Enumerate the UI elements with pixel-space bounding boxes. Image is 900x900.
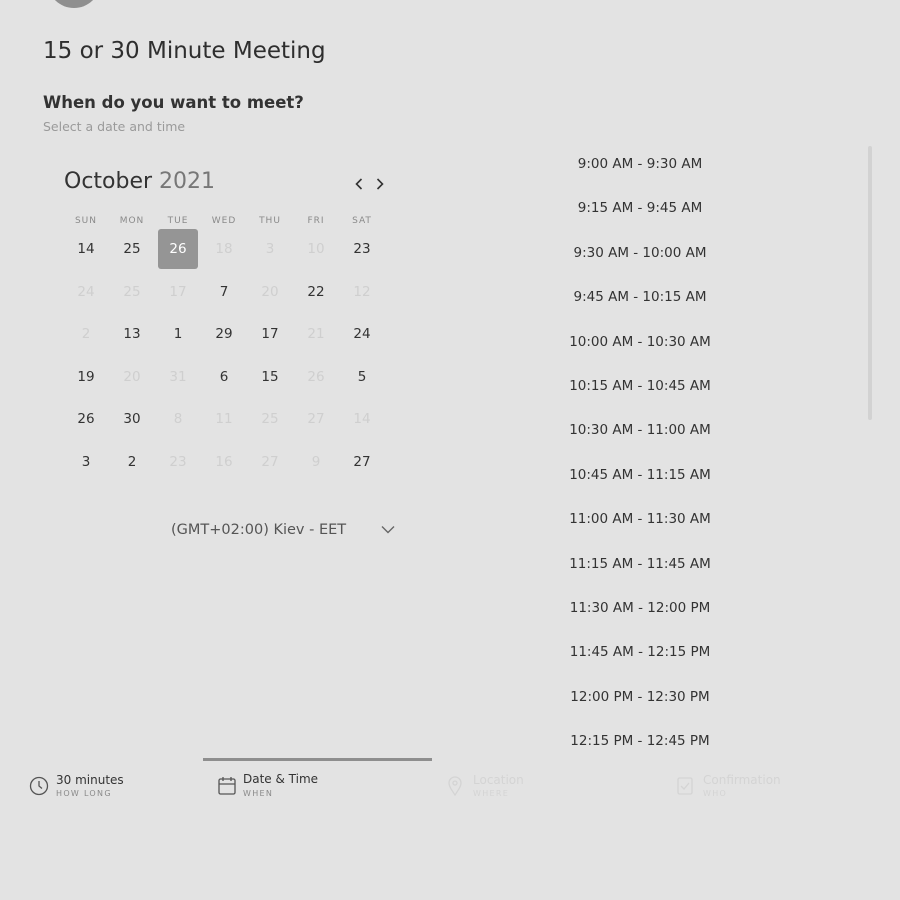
disabled-day: 16	[215, 453, 233, 470]
disabled-day: 27	[307, 411, 325, 427]
step-location[interactable]: Location WHERE	[445, 758, 645, 818]
available-day[interactable]: 15	[250, 357, 290, 397]
available-day[interactable]: 13	[112, 314, 152, 354]
time-slot[interactable]: 10:00 AM - 10:30 AM	[560, 327, 720, 357]
disabled-day: 25	[123, 283, 141, 300]
available-day[interactable]: 29	[204, 314, 244, 354]
step-location-title: Location	[473, 773, 524, 787]
available-day[interactable]: 3	[66, 442, 106, 482]
booking-steps: 30 minutes HOW LONG Date & Time WHEN Loc…	[0, 758, 900, 818]
weekday-label: TUE	[167, 216, 189, 226]
date-question: When do you want to meet?	[43, 93, 304, 112]
weekday-label: SAT	[352, 216, 372, 226]
available-day[interactable]: 23	[342, 229, 382, 269]
available-day[interactable]: 5	[342, 357, 382, 397]
step-confirmation-title: Confirmation	[703, 773, 781, 787]
time-slot[interactable]: 9:00 AM - 9:30 AM	[560, 149, 720, 179]
disabled-day: 10	[307, 241, 325, 257]
clock-icon	[29, 776, 49, 796]
disabled-day: 31	[169, 368, 187, 385]
available-day[interactable]: 26	[66, 399, 106, 439]
step-duration-subtitle: HOW LONG	[56, 789, 112, 798]
host-avatar	[48, 0, 100, 8]
time-slot[interactable]: 11:45 AM - 12:15 PM	[560, 637, 720, 667]
time-slot[interactable]: 9:15 AM - 9:45 AM	[560, 193, 720, 223]
available-day[interactable]: 24	[342, 314, 382, 354]
time-slot[interactable]: 9:45 AM - 10:15 AM	[560, 282, 720, 312]
disabled-day: 17	[169, 283, 187, 300]
disabled-day: 25	[261, 411, 279, 427]
disabled-day: 3	[265, 241, 275, 257]
chevron-down-icon	[381, 526, 395, 534]
available-day[interactable]: 30	[112, 399, 152, 439]
available-day[interactable]: 17	[250, 314, 290, 354]
weekday-label: FRI	[307, 216, 325, 226]
selected-day[interactable]: 26	[158, 229, 198, 269]
step-confirmation[interactable]: Confirmation WHO	[675, 758, 875, 818]
disabled-day: 20	[261, 283, 279, 300]
available-day[interactable]: 1	[158, 314, 198, 354]
weekday-label: THU	[259, 216, 281, 226]
chevron-left-icon	[355, 178, 363, 190]
calendar-month-year: October 2021	[64, 169, 215, 194]
confirmation-icon	[677, 777, 693, 795]
chevron-right-icon	[376, 178, 384, 190]
time-slot[interactable]: 12:00 PM - 12:30 PM	[560, 682, 720, 712]
available-day[interactable]: 25	[112, 229, 152, 269]
time-slot[interactable]: 12:15 PM - 12:45 PM	[560, 726, 720, 756]
step-location-subtitle: WHERE	[473, 789, 510, 798]
disabled-day: 26	[307, 368, 325, 385]
time-slot-scrollbar[interactable]	[868, 146, 872, 420]
calendar-month: October	[64, 169, 153, 194]
timezone-label: (GMT+02:00) Kiev - EET	[171, 522, 347, 538]
location-pin-icon	[448, 776, 462, 797]
disabled-day: 12	[353, 283, 371, 300]
step-date-time-title: Date & Time	[243, 772, 319, 786]
meeting-title: 15 or 30 Minute Meeting	[43, 38, 326, 64]
disabled-day: 11	[215, 411, 233, 427]
time-slot[interactable]: 11:00 AM - 11:30 AM	[560, 504, 720, 534]
weekday-label: MON	[119, 216, 145, 226]
step-date-time-subtitle: WHEN	[243, 789, 274, 798]
disabled-day: 27	[261, 453, 279, 470]
weekday-label: WED	[211, 216, 237, 226]
step-date-time[interactable]: Date & Time WHEN	[203, 758, 432, 821]
disabled-day: 9	[311, 453, 321, 470]
available-day[interactable]: 19	[66, 357, 106, 397]
available-day[interactable]: 7	[204, 272, 244, 312]
previous-month-button[interactable]	[349, 173, 369, 195]
disabled-day: 2	[81, 326, 91, 342]
disabled-day: 14	[353, 411, 371, 427]
timezone-select[interactable]: (GMT+02:00) Kiev - EET	[163, 520, 403, 542]
weekday-label: SUN	[74, 216, 98, 226]
next-month-button[interactable]	[370, 173, 390, 195]
available-day[interactable]: 14	[66, 229, 106, 269]
time-slot[interactable]: 11:15 AM - 11:45 AM	[560, 549, 720, 579]
available-day[interactable]: 6	[204, 357, 244, 397]
disabled-day: 20	[123, 368, 141, 385]
time-slot[interactable]: 10:30 AM - 11:00 AM	[560, 415, 720, 445]
disabled-day: 18	[215, 241, 233, 257]
calendar-year: 2021	[159, 169, 216, 194]
step-confirmation-subtitle: WHO	[703, 789, 728, 798]
disabled-day: 23	[169, 453, 187, 470]
date-question-subtitle: Select a date and time	[43, 119, 186, 134]
step-duration[interactable]: 30 minutes HOW LONG	[28, 758, 198, 818]
disabled-day: 8	[173, 411, 183, 427]
disabled-day: 24	[77, 283, 95, 300]
available-day[interactable]: 27	[342, 442, 382, 482]
time-slot[interactable]: 9:30 AM - 10:00 AM	[560, 238, 720, 268]
disabled-day: 21	[307, 326, 325, 342]
available-day[interactable]: 22	[296, 272, 336, 312]
step-duration-title: 30 minutes	[56, 773, 124, 787]
available-day[interactable]: 2	[112, 442, 152, 482]
time-slot[interactable]: 11:30 AM - 12:00 PM	[560, 593, 720, 623]
calendar-icon	[218, 777, 236, 795]
time-slot[interactable]: 10:15 AM - 10:45 AM	[560, 371, 720, 401]
time-slot[interactable]: 10:45 AM - 11:15 AM	[560, 460, 720, 490]
